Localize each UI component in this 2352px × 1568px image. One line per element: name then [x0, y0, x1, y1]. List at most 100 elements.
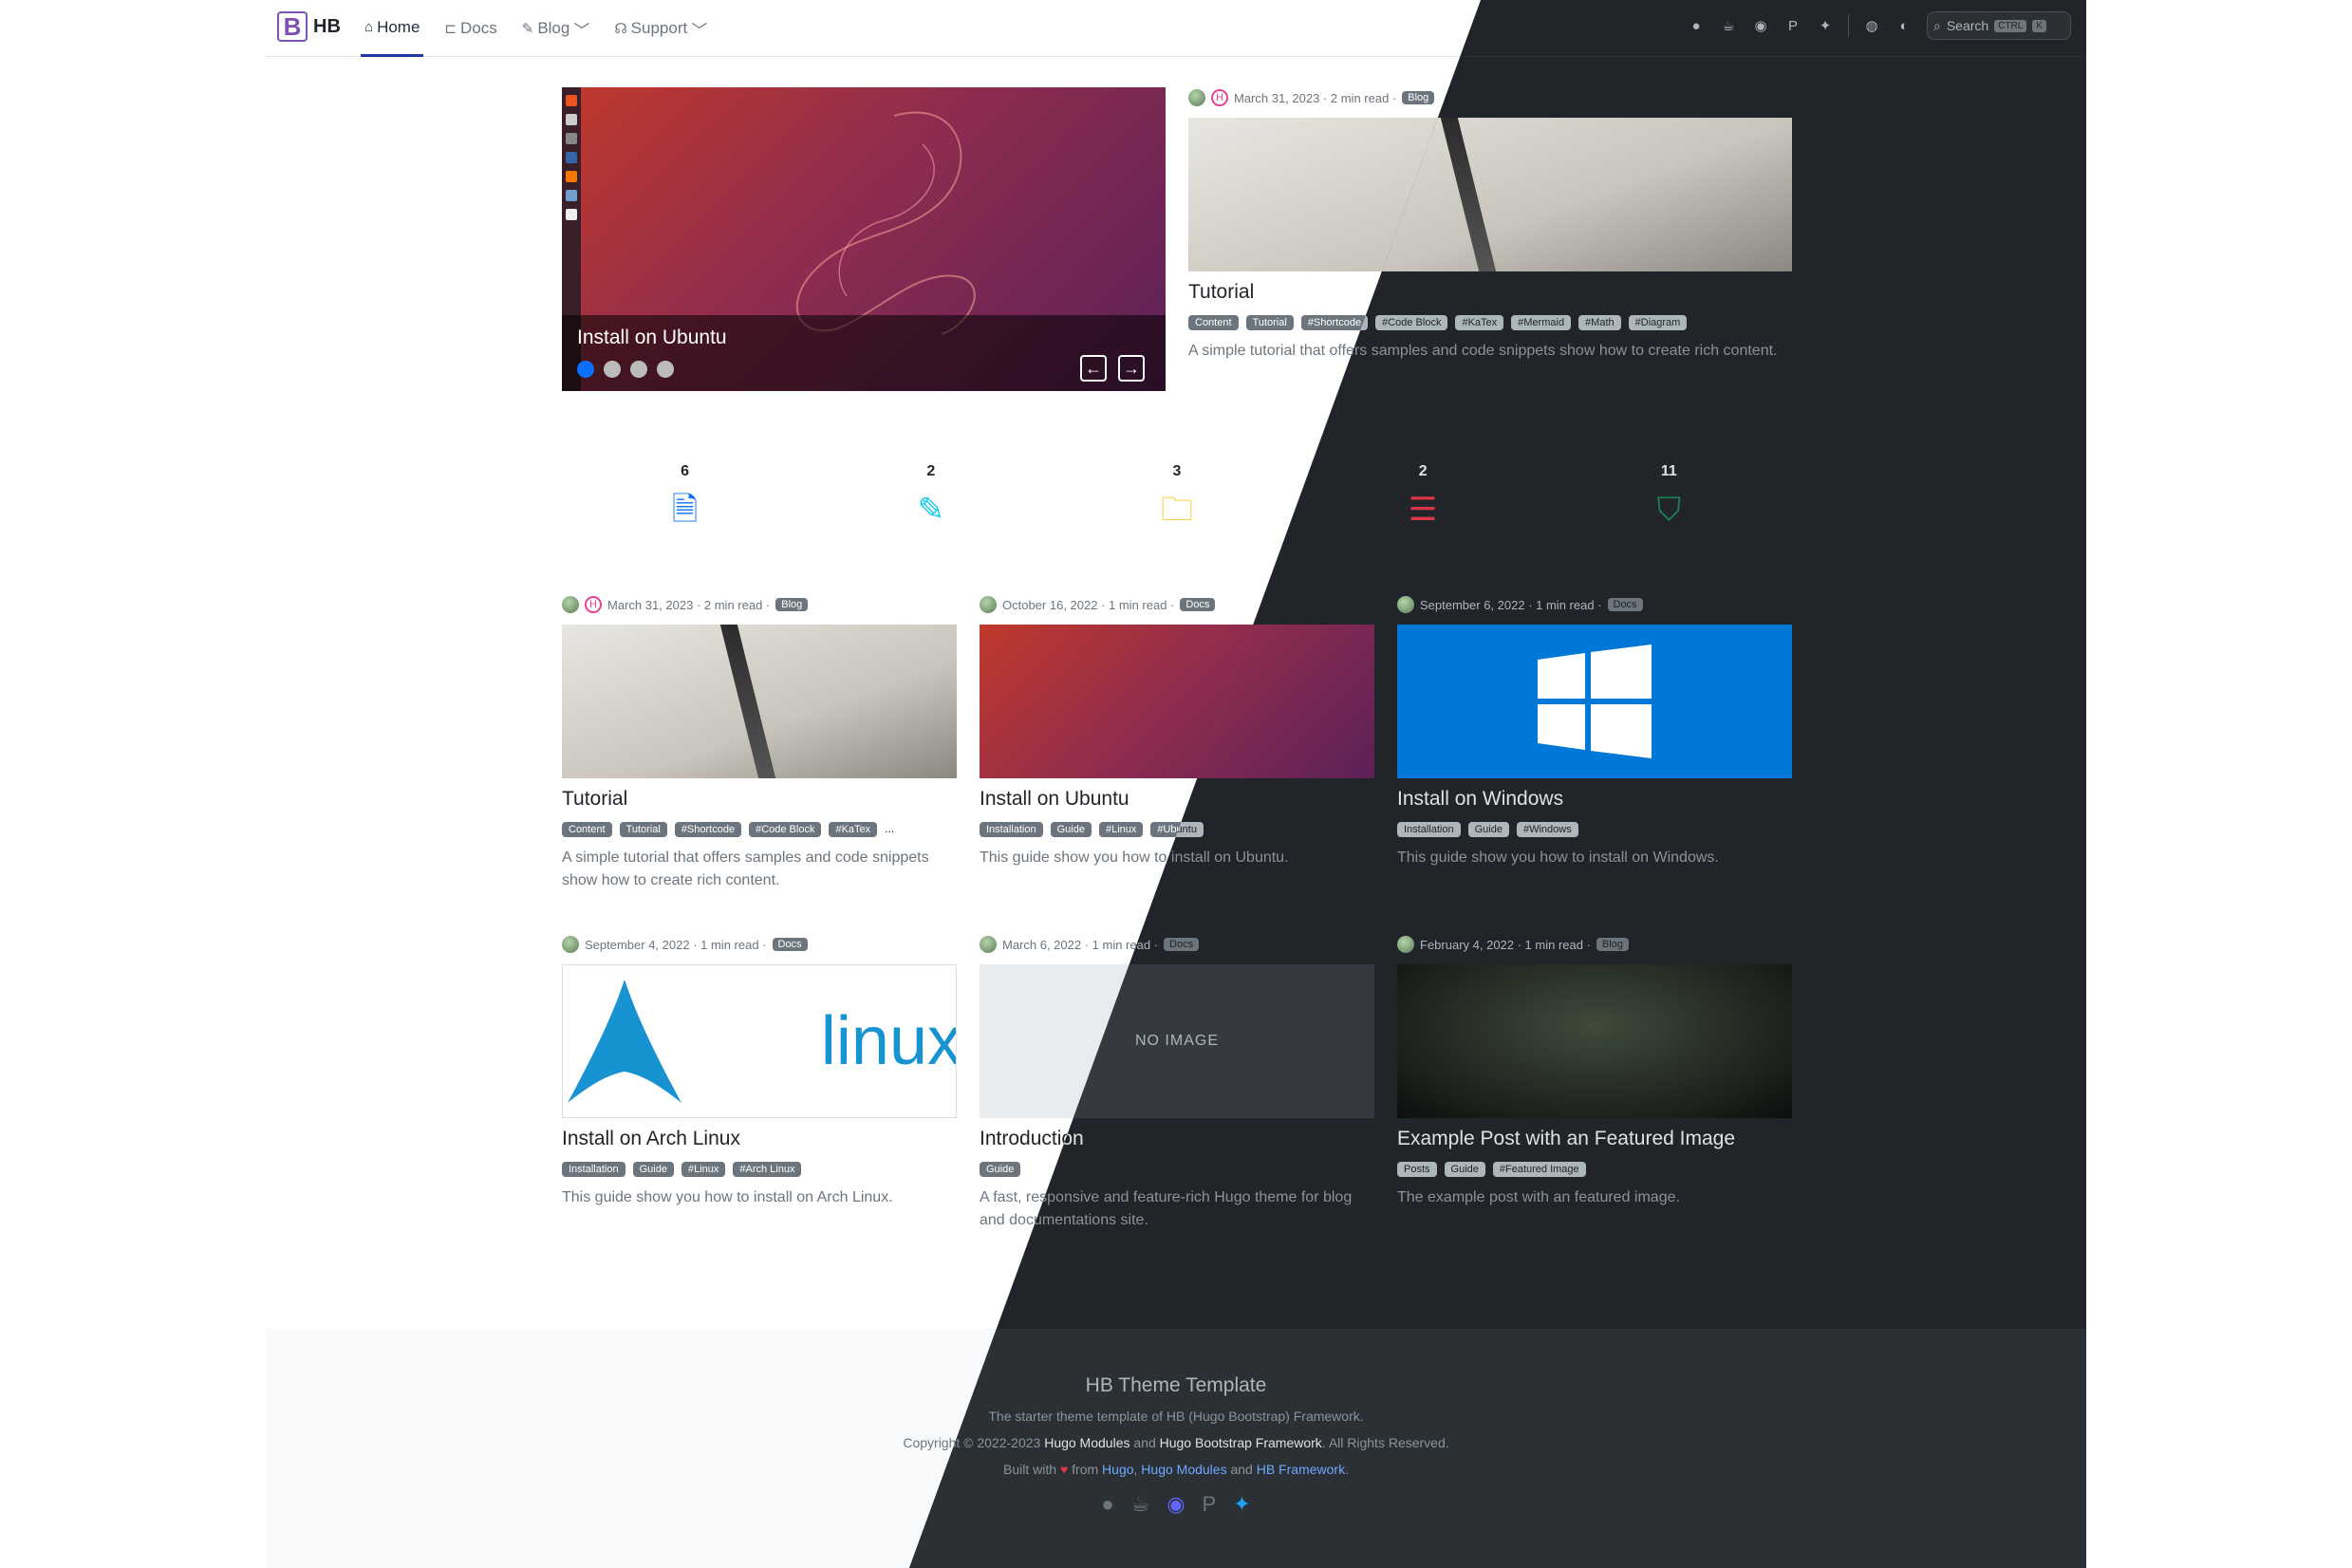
tag[interactable]: Tutorial: [619, 822, 667, 837]
screenshot-frame: B HB ⌂ Home ⊏ Docs ✎ Blog ﹀ ☊ Support ﹀ …: [0, 0, 2352, 1568]
github-icon[interactable]: ●: [1687, 16, 1706, 35]
post-image-windows[interactable]: [1397, 625, 1792, 778]
built-text: Built with: [1003, 1462, 1060, 1477]
tag[interactable]: #Linux: [1098, 822, 1144, 837]
brand[interactable]: B HB: [277, 11, 341, 42]
kofi-icon[interactable]: ☕: [1131, 1492, 1150, 1517]
page-margin-left: [0, 0, 266, 1568]
tag[interactable]: #Shortcode: [1300, 315, 1369, 330]
tag[interactable]: Guide: [980, 1162, 1021, 1177]
tag[interactable]: #Arch Linux: [733, 1162, 802, 1177]
carousel-indicator[interactable]: [577, 361, 594, 378]
stat-series[interactable]: 2☰: [1366, 463, 1480, 526]
divider: [1848, 14, 1849, 37]
tag[interactable]: #Code Block: [1375, 315, 1448, 330]
tag[interactable]: #Shortcode: [674, 822, 742, 837]
search-placeholder: Search: [1946, 18, 1989, 33]
carousel-indicator[interactable]: [657, 361, 674, 378]
arch-logo-icon: [568, 980, 681, 1103]
carousel-indicators: [577, 361, 674, 378]
tag[interactable]: #Code Block: [749, 822, 822, 837]
nav-support[interactable]: ☊ Support ﹀: [610, 0, 711, 57]
tag[interactable]: #Windows: [1516, 822, 1578, 837]
hero-carousel[interactable]: Install on Ubuntu ← →: [562, 87, 1166, 391]
hugo-modules-link[interactable]: Hugo Modules: [1141, 1462, 1226, 1477]
tag[interactable]: #Diagram: [1628, 315, 1688, 330]
post-date: March 6, 2022 · 1 min read ·: [1002, 937, 1159, 952]
tag[interactable]: Guide: [632, 1162, 674, 1177]
post-image-pen[interactable]: [562, 625, 957, 778]
post-meta: September 6, 2022 · 1 min read · Docs: [1397, 594, 1792, 615]
and-text: and: [1226, 1462, 1257, 1477]
stat-count: 11: [1660, 463, 1677, 479]
tag[interactable]: Guide: [1444, 1162, 1485, 1177]
twitter-icon[interactable]: ✦: [1233, 1492, 1250, 1517]
carousel-next-button[interactable]: →: [1118, 355, 1145, 382]
tag[interactable]: #Mermaid: [1511, 315, 1572, 330]
category-badge[interactable]: Docs: [1164, 938, 1200, 951]
theme-toggle-icon[interactable]: ◐: [1895, 16, 1913, 35]
post-title[interactable]: Install on Windows: [1397, 788, 1792, 811]
stat-count: 2: [926, 463, 936, 479]
tag[interactable]: #KaTex: [1455, 315, 1504, 330]
category-badge[interactable]: Blog: [775, 598, 809, 611]
nav-blog[interactable]: ✎ Blog ﹀: [518, 0, 594, 57]
more-tags: ...: [885, 822, 895, 835]
tag[interactable]: Tutorial: [1245, 315, 1294, 330]
stat-categories[interactable]: 3🗀: [1120, 463, 1234, 526]
tag[interactable]: #Math: [1578, 315, 1621, 330]
carousel-prev-button[interactable]: ←: [1080, 355, 1107, 382]
tag[interactable]: Guide: [1050, 822, 1092, 837]
post-card: February 4, 2022 · 1 min read · Blog Exam…: [1397, 934, 1792, 1209]
category-badge[interactable]: Blog: [1402, 91, 1435, 104]
tag[interactable]: Installation: [980, 822, 1043, 837]
post-date: September 6, 2022 · 1 min read ·: [1420, 597, 1602, 612]
hugo-modules-link[interactable]: Hugo Modules: [1044, 1435, 1129, 1450]
hugo-bootstrap-link[interactable]: Hugo Bootstrap Framework: [1160, 1435, 1322, 1450]
search-button[interactable]: ⌕ Search CTRL K: [1927, 11, 2071, 40]
nav-docs[interactable]: ⊏ Docs: [440, 0, 500, 57]
period-text: .: [1345, 1462, 1349, 1477]
mastodon-icon[interactable]: ◉: [1751, 16, 1770, 35]
hb-framework-link[interactable]: HB Framework: [1257, 1462, 1345, 1477]
category-badge[interactable]: Docs: [772, 938, 808, 951]
paypal-icon[interactable]: P: [1203, 1492, 1217, 1517]
tag[interactable]: Installation: [1397, 822, 1461, 837]
carousel-indicator[interactable]: [604, 361, 621, 378]
post-title[interactable]: Tutorial: [562, 788, 957, 811]
category-badge[interactable]: Docs: [1180, 598, 1216, 611]
stat-tags[interactable]: 11 ⛉: [1612, 463, 1726, 526]
tag[interactable]: Content: [1188, 315, 1239, 330]
stat-count: 3: [1172, 463, 1182, 479]
tag[interactable]: Installation: [562, 1162, 625, 1177]
post-image-forest[interactable]: [1397, 964, 1792, 1118]
post-description: A simple tutorial that offers samples an…: [562, 849, 929, 888]
github-icon[interactable]: ●: [1101, 1492, 1113, 1517]
post-title[interactable]: Install on Arch Linux: [562, 1128, 957, 1150]
language-icon[interactable]: ◍: [1862, 16, 1881, 35]
carousel-indicator[interactable]: [630, 361, 647, 378]
from-text: from: [1068, 1462, 1103, 1477]
post-description: The example post with an featured image.: [1397, 1189, 1680, 1205]
hugo-link[interactable]: Hugo: [1102, 1462, 1133, 1477]
nav-label: Docs: [460, 19, 497, 37]
twitter-icon[interactable]: ✦: [1816, 16, 1835, 35]
tag[interactable]: Posts: [1397, 1162, 1437, 1177]
post-date: March 31, 2023 · 2 min read ·: [607, 597, 771, 612]
mastodon-icon[interactable]: ◉: [1167, 1492, 1185, 1517]
post-title[interactable]: Example Post with an Featured Image: [1397, 1128, 1792, 1150]
stat-docs[interactable]: 6🗎: [628, 463, 742, 526]
category-badge[interactable]: Blog: [1596, 938, 1629, 951]
stat-posts[interactable]: 2✎: [874, 463, 988, 526]
tag[interactable]: #KaTex: [829, 822, 878, 837]
nav-home[interactable]: ⌂ Home: [361, 0, 424, 57]
kofi-icon[interactable]: ☕: [1719, 16, 1738, 35]
tag[interactable]: #Featured Image: [1492, 1162, 1586, 1177]
tag[interactable]: #Linux: [681, 1162, 726, 1177]
category-badge[interactable]: Docs: [1607, 598, 1643, 611]
paypal-icon[interactable]: P: [1783, 16, 1802, 35]
tag[interactable]: Guide: [1467, 822, 1509, 837]
carousel-title[interactable]: Install on Ubuntu: [577, 327, 727, 349]
post-image-arch[interactable]: linux: [562, 964, 957, 1118]
tag[interactable]: Content: [562, 822, 612, 837]
